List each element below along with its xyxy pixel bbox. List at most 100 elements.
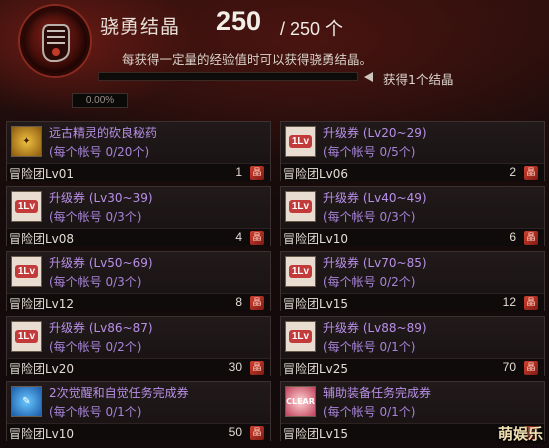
ticket-badge: 1Lv bbox=[288, 330, 313, 343]
reward-name: 升级券 (Lv30~39) bbox=[49, 191, 153, 205]
quest-ticket-icon: ✎ bbox=[11, 386, 42, 417]
crystal-cost: 30 bbox=[228, 360, 242, 374]
ticket-badge: 1Lv bbox=[288, 135, 313, 148]
reward-card[interactable]: 1Lv 升级券 (Lv70~85) (每个帐号 0/2个) 冒险团Lv15 12 晶 bbox=[280, 251, 545, 311]
reward-card[interactable]: 1Lv 升级券 (Lv88~89) (每个帐号 0/1个) 冒险团Lv25 70 晶 bbox=[280, 316, 545, 376]
level-ticket-icon: 1Lv bbox=[285, 256, 316, 287]
reward-name: 升级券 (Lv86~87) bbox=[49, 321, 153, 335]
crystal-cost: 8 bbox=[235, 295, 242, 309]
level-ticket-icon: 1Lv bbox=[11, 191, 42, 222]
reward-card[interactable]: 1Lv 升级券 (Lv30~39) (每个帐号 0/3个) 冒险团Lv08 4 晶 bbox=[6, 186, 271, 246]
reward-limit: (每个帐号 0/1个) bbox=[323, 405, 416, 419]
reward-card-info: 1Lv 升级券 (Lv40~49) (每个帐号 0/3个) bbox=[281, 187, 544, 228]
reward-card-footer: 冒险团Lv12 8 晶 bbox=[7, 293, 270, 311]
reward-card-footer: 冒险团Lv10 6 晶 bbox=[281, 228, 544, 246]
reward-limit: (每个帐号 0/2个) bbox=[323, 275, 416, 289]
level-requirement: 冒险团Lv15 bbox=[283, 297, 349, 311]
ticket-badge: 1Lv bbox=[288, 265, 313, 278]
reward-card[interactable]: 1Lv 升级券 (Lv86~87) (每个帐号 0/2个) 冒险团Lv20 30 晶 bbox=[6, 316, 271, 376]
reward-card[interactable]: ✦ 远古精灵的砍良秘药 (每个帐号 0/20个) 冒险团Lv01 1 晶 bbox=[6, 121, 271, 181]
level-requirement: 冒险团Lv20 bbox=[9, 362, 75, 376]
crystal-currency-icon: 晶 bbox=[524, 361, 538, 375]
level-requirement: 冒险团Lv12 bbox=[9, 297, 75, 311]
crystal-cost: 4 bbox=[235, 230, 242, 244]
reward-name: 2次觉醒和自觉任务完成券 bbox=[49, 386, 189, 400]
progress-percent: 0.00% bbox=[72, 93, 128, 108]
page-title: 骁勇结晶 bbox=[100, 16, 181, 38]
fist-emblem-icon bbox=[20, 6, 90, 76]
reward-card-footer: 冒险团Lv01 1 晶 bbox=[7, 163, 270, 181]
reward-limit: (每个帐号 0/3个) bbox=[49, 210, 142, 224]
reward-name: 升级券 (Lv70~85) bbox=[323, 256, 427, 270]
crystal-currency-icon: 晶 bbox=[250, 231, 264, 245]
crystal-cost: 12 bbox=[502, 295, 516, 309]
ticket-badge: 1Lv bbox=[288, 200, 313, 213]
reward-name: 远古精灵的砍良秘药 bbox=[49, 126, 158, 140]
reward-card-info: 1Lv 升级券 (Lv50~69) (每个帐号 0/3个) bbox=[7, 252, 270, 293]
level-requirement: 冒险团Lv15 bbox=[283, 427, 349, 441]
crystal-cost: 1 bbox=[235, 165, 242, 179]
reward-name: 升级券 (Lv50~69) bbox=[49, 256, 153, 270]
ticket-badge: 1Lv bbox=[14, 200, 39, 213]
reward-limit: (每个帐号 0/5个) bbox=[323, 145, 416, 159]
level-requirement: 冒险团Lv01 bbox=[9, 167, 75, 181]
level-requirement: 冒险团Lv10 bbox=[9, 427, 75, 441]
reward-limit: (每个帐号 0/20个) bbox=[49, 145, 150, 159]
reward-name: 升级券 (Lv20~29) bbox=[323, 126, 427, 140]
crystal-cost: 50 bbox=[228, 425, 242, 439]
reward-card[interactable]: 1Lv 升级券 (Lv40~49) (每个帐号 0/3个) 冒险团Lv10 6 晶 bbox=[280, 186, 545, 246]
crystal-currency-icon: 晶 bbox=[250, 426, 264, 440]
level-requirement: 冒险团Lv25 bbox=[283, 362, 349, 376]
reward-card-footer: 冒险团Lv15 12 晶 bbox=[281, 293, 544, 311]
reward-name: 升级券 (Lv88~89) bbox=[323, 321, 427, 335]
level-ticket-icon: 1Lv bbox=[285, 321, 316, 352]
crystal-cost: 70 bbox=[502, 360, 516, 374]
progress-hint: 获得1个结晶 bbox=[383, 72, 454, 87]
experience-bar bbox=[98, 72, 358, 81]
description: 每获得一定量的经验值时可以获得骁勇结晶。 bbox=[122, 52, 373, 67]
crystal-currency-icon: 晶 bbox=[524, 296, 538, 310]
reward-card-info: 1Lv 升级券 (Lv86~87) (每个帐号 0/2个) bbox=[7, 317, 270, 358]
arrow-left-icon bbox=[364, 72, 373, 82]
reward-card-footer: 冒险团Lv06 2 晶 bbox=[281, 163, 544, 181]
reward-card-info: 1Lv 升级券 (Lv88~89) (每个帐号 0/1个) bbox=[281, 317, 544, 358]
crystal-count: 250 bbox=[216, 6, 262, 36]
reward-card-info: ✎ 2次觉醒和自觉任务完成券 (每个帐号 0/1个) bbox=[7, 382, 270, 423]
reward-limit: (每个帐号 0/1个) bbox=[323, 340, 416, 354]
reward-limit: (每个帐号 0/1个) bbox=[49, 405, 142, 419]
reward-name: 升级券 (Lv40~49) bbox=[323, 191, 427, 205]
crystal-cost: 6 bbox=[509, 230, 516, 244]
reward-card[interactable]: 1Lv 升级券 (Lv20~29) (每个帐号 0/5个) 冒险团Lv06 2 晶 bbox=[280, 121, 545, 181]
reward-card-info: ✦ 远古精灵的砍良秘药 (每个帐号 0/20个) bbox=[7, 122, 270, 163]
reward-card-footer: 冒险团Lv25 70 晶 bbox=[281, 358, 544, 376]
reward-card-footer: 冒险团Lv10 50 晶 bbox=[7, 423, 270, 441]
crystal-currency-icon: 晶 bbox=[524, 166, 538, 180]
crystal-currency-icon: 晶 bbox=[250, 296, 264, 310]
reward-card-info: CLEAR 辅助装备任务完成券 (每个帐号 0/1个) bbox=[281, 382, 544, 423]
reward-card[interactable]: 1Lv 升级券 (Lv50~69) (每个帐号 0/3个) 冒险团Lv12 8 晶 bbox=[6, 251, 271, 311]
crystal-max: / 250 个 bbox=[280, 19, 344, 39]
reward-card-footer: 冒险团Lv08 4 晶 bbox=[7, 228, 270, 246]
reward-card-footer: 冒险团Lv20 30 晶 bbox=[7, 358, 270, 376]
crystal-currency-icon: 晶 bbox=[250, 166, 264, 180]
level-ticket-icon: 1Lv bbox=[285, 191, 316, 222]
ticket-badge: 1Lv bbox=[14, 265, 39, 278]
reward-card-info: 1Lv 升级券 (Lv30~39) (每个帐号 0/3个) bbox=[7, 187, 270, 228]
crystal-currency-icon: 晶 bbox=[250, 361, 264, 375]
level-requirement: 冒险团Lv10 bbox=[283, 232, 349, 246]
reward-limit: (每个帐号 0/3个) bbox=[49, 275, 142, 289]
reward-limit: (每个帐号 0/2个) bbox=[49, 340, 142, 354]
level-ticket-icon: 1Lv bbox=[11, 256, 42, 287]
reward-card-info: 1Lv 升级券 (Lv20~29) (每个帐号 0/5个) bbox=[281, 122, 544, 163]
reward-name: 辅助装备任务完成券 bbox=[323, 386, 432, 400]
level-requirement: 冒险团Lv08 bbox=[9, 232, 75, 246]
level-ticket-icon: 1Lv bbox=[11, 321, 42, 352]
watermark: 萌娱乐 bbox=[497, 425, 543, 443]
crystal-currency-icon: 晶 bbox=[524, 231, 538, 245]
crystal-cost: 2 bbox=[509, 165, 516, 179]
reward-card[interactable]: ✎ 2次觉醒和自觉任务完成券 (每个帐号 0/1个) 冒险团Lv10 50 晶 bbox=[6, 381, 271, 441]
level-requirement: 冒险团Lv06 bbox=[283, 167, 349, 181]
reward-card-info: 1Lv 升级券 (Lv70~85) (每个帐号 0/2个) bbox=[281, 252, 544, 293]
level-ticket-icon: 1Lv bbox=[285, 126, 316, 157]
potion-icon: ✦ bbox=[11, 126, 42, 157]
